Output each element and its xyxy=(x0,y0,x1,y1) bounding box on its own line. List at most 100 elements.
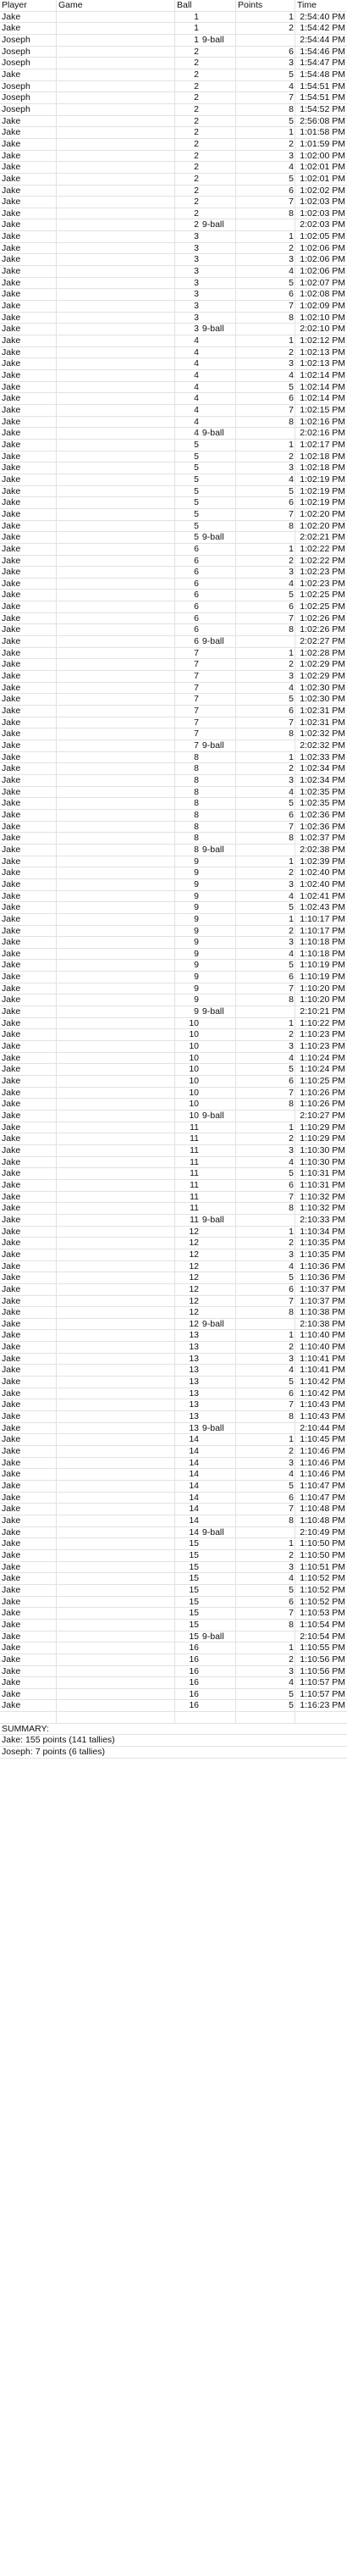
time-cell[interactable]: 1:10:31 PM xyxy=(295,1168,347,1179)
player-cell[interactable]: Jake xyxy=(0,821,57,833)
points-cell[interactable]: 1 xyxy=(236,1017,295,1029)
player-cell[interactable]: Jake xyxy=(0,1249,57,1260)
player-cell[interactable]: Jake xyxy=(0,1434,57,1446)
points-cell[interactable]: 7 xyxy=(236,821,295,833)
game-cell[interactable] xyxy=(57,1064,175,1076)
points-cell[interactable]: 2 xyxy=(236,1549,295,1561)
game-cell[interactable] xyxy=(57,103,175,115)
time-cell[interactable]: 1:10:43 PM xyxy=(295,1411,347,1422)
game-cell[interactable] xyxy=(57,497,175,508)
time-cell[interactable]: 1:02:15 PM xyxy=(295,405,347,416)
ball-cell[interactable]: 14 xyxy=(175,1457,236,1469)
points-cell[interactable]: 3 xyxy=(236,1041,295,1052)
ball-cell[interactable]: 2 xyxy=(175,197,236,208)
blank-cell[interactable] xyxy=(295,1712,347,1723)
points-cell[interactable]: 3 xyxy=(236,937,295,948)
points-cell[interactable]: 4 xyxy=(236,1573,295,1584)
player-cell[interactable]: Jake xyxy=(0,532,57,543)
game-cell[interactable] xyxy=(57,671,175,682)
time-cell[interactable]: 2:10:38 PM xyxy=(295,1319,347,1330)
player-cell[interactable]: Jake xyxy=(0,1469,57,1480)
player-cell[interactable]: Jake xyxy=(0,774,57,786)
ball-cell[interactable]: 10 9-ball xyxy=(175,1111,236,1122)
ball-cell[interactable]: 5 xyxy=(175,497,236,508)
time-cell[interactable]: 1:10:26 PM xyxy=(295,1088,347,1099)
time-cell[interactable]: 1:02:19 PM xyxy=(295,474,347,485)
time-cell[interactable]: 1:02:25 PM xyxy=(295,590,347,601)
player-cell[interactable]: Jake xyxy=(0,948,57,960)
time-cell[interactable]: 1:02:36 PM xyxy=(295,822,347,833)
player-cell[interactable]: Jake xyxy=(0,231,57,242)
time-cell[interactable]: 1:10:23 PM xyxy=(295,1029,347,1040)
time-cell[interactable]: 1:02:40 PM xyxy=(295,867,347,878)
points-cell[interactable]: 7 xyxy=(236,717,295,728)
ball-cell[interactable]: 11 xyxy=(175,1168,236,1179)
time-cell[interactable]: 1:02:26 PM xyxy=(295,624,347,635)
player-cell[interactable]: Jake xyxy=(0,242,57,254)
ball-cell[interactable]: 2 xyxy=(175,185,236,197)
points-cell[interactable]: 1 xyxy=(236,1643,295,1654)
points-cell[interactable]: 1 xyxy=(236,647,295,659)
game-cell[interactable] xyxy=(57,612,175,624)
points-cell[interactable]: 6 xyxy=(236,1283,295,1295)
time-cell[interactable]: 1:10:22 PM xyxy=(295,1018,347,1029)
points-cell[interactable]: 4 xyxy=(236,682,295,694)
ball-cell[interactable]: 12 xyxy=(175,1295,236,1307)
ball-cell[interactable]: 4 xyxy=(175,416,236,428)
time-cell[interactable]: 1:02:39 PM xyxy=(295,856,347,867)
points-cell[interactable]: 3 xyxy=(236,567,295,578)
time-cell[interactable]: 1:10:32 PM xyxy=(295,1192,347,1203)
game-cell[interactable] xyxy=(57,254,175,266)
player-cell[interactable]: Jake xyxy=(0,485,57,497)
player-cell[interactable]: Jake xyxy=(0,173,57,185)
time-cell[interactable]: 1:10:17 PM xyxy=(295,914,347,925)
game-cell[interactable] xyxy=(57,1099,175,1110)
time-cell[interactable]: 1:10:45 PM xyxy=(295,1434,347,1445)
player-cell[interactable]: Jake xyxy=(0,809,57,821)
player-cell[interactable]: Jake xyxy=(0,1318,57,1330)
ball-cell[interactable]: 14 9-ball xyxy=(175,1526,236,1538)
time-cell[interactable]: 1:54:48 PM xyxy=(295,69,347,80)
player-cell[interactable]: Jake xyxy=(0,1283,57,1295)
points-cell[interactable] xyxy=(236,1526,295,1538)
game-cell[interactable] xyxy=(57,1665,175,1677)
game-cell[interactable] xyxy=(57,231,175,242)
points-cell[interactable]: 6 xyxy=(236,972,295,983)
time-cell[interactable]: 1:02:13 PM xyxy=(295,347,347,358)
time-cell[interactable]: 1:10:36 PM xyxy=(295,1261,347,1272)
game-cell[interactable] xyxy=(57,694,175,706)
game-cell[interactable] xyxy=(57,127,175,138)
points-cell[interactable]: 2 xyxy=(236,925,295,937)
ball-cell[interactable]: 1 9-ball xyxy=(175,34,236,46)
player-cell[interactable]: Jake xyxy=(0,590,57,601)
ball-cell[interactable]: 11 xyxy=(175,1156,236,1168)
ball-cell[interactable]: 9 xyxy=(175,867,236,878)
time-cell[interactable]: 1:02:43 PM xyxy=(295,902,347,913)
player-cell[interactable]: Jake xyxy=(0,520,57,532)
ball-cell[interactable]: 13 xyxy=(175,1377,236,1388)
player-cell[interactable]: Jake xyxy=(0,69,57,80)
time-cell[interactable]: 1:10:48 PM xyxy=(295,1504,347,1515)
points-cell[interactable]: 2 xyxy=(236,555,295,567)
time-cell[interactable]: 1:10:52 PM xyxy=(295,1573,347,1584)
game-cell[interactable] xyxy=(57,1260,175,1272)
ball-cell[interactable]: 5 xyxy=(175,474,236,485)
game-cell[interactable] xyxy=(57,346,175,358)
points-cell[interactable]: 4 xyxy=(236,1677,295,1688)
points-cell[interactable]: 2 xyxy=(236,1029,295,1041)
game-cell[interactable] xyxy=(57,335,175,346)
time-cell[interactable]: 2:54:44 PM xyxy=(295,35,347,46)
game-cell[interactable] xyxy=(57,1504,175,1515)
time-cell[interactable]: 1:02:20 PM xyxy=(295,521,347,532)
player-cell[interactable]: Jake xyxy=(0,798,57,809)
game-cell[interactable] xyxy=(57,1677,175,1688)
player-cell[interactable]: Jake xyxy=(0,1064,57,1076)
ball-cell[interactable]: 9 xyxy=(175,913,236,925)
game-cell[interactable] xyxy=(57,601,175,612)
ball-cell[interactable]: 2 9-ball xyxy=(175,219,236,231)
player-cell[interactable]: Jake xyxy=(0,1526,57,1538)
player-cell[interactable]: Jake xyxy=(0,983,57,994)
game-cell[interactable] xyxy=(57,728,175,740)
game-cell[interactable] xyxy=(57,647,175,659)
time-cell[interactable]: 1:02:00 PM xyxy=(295,151,347,162)
